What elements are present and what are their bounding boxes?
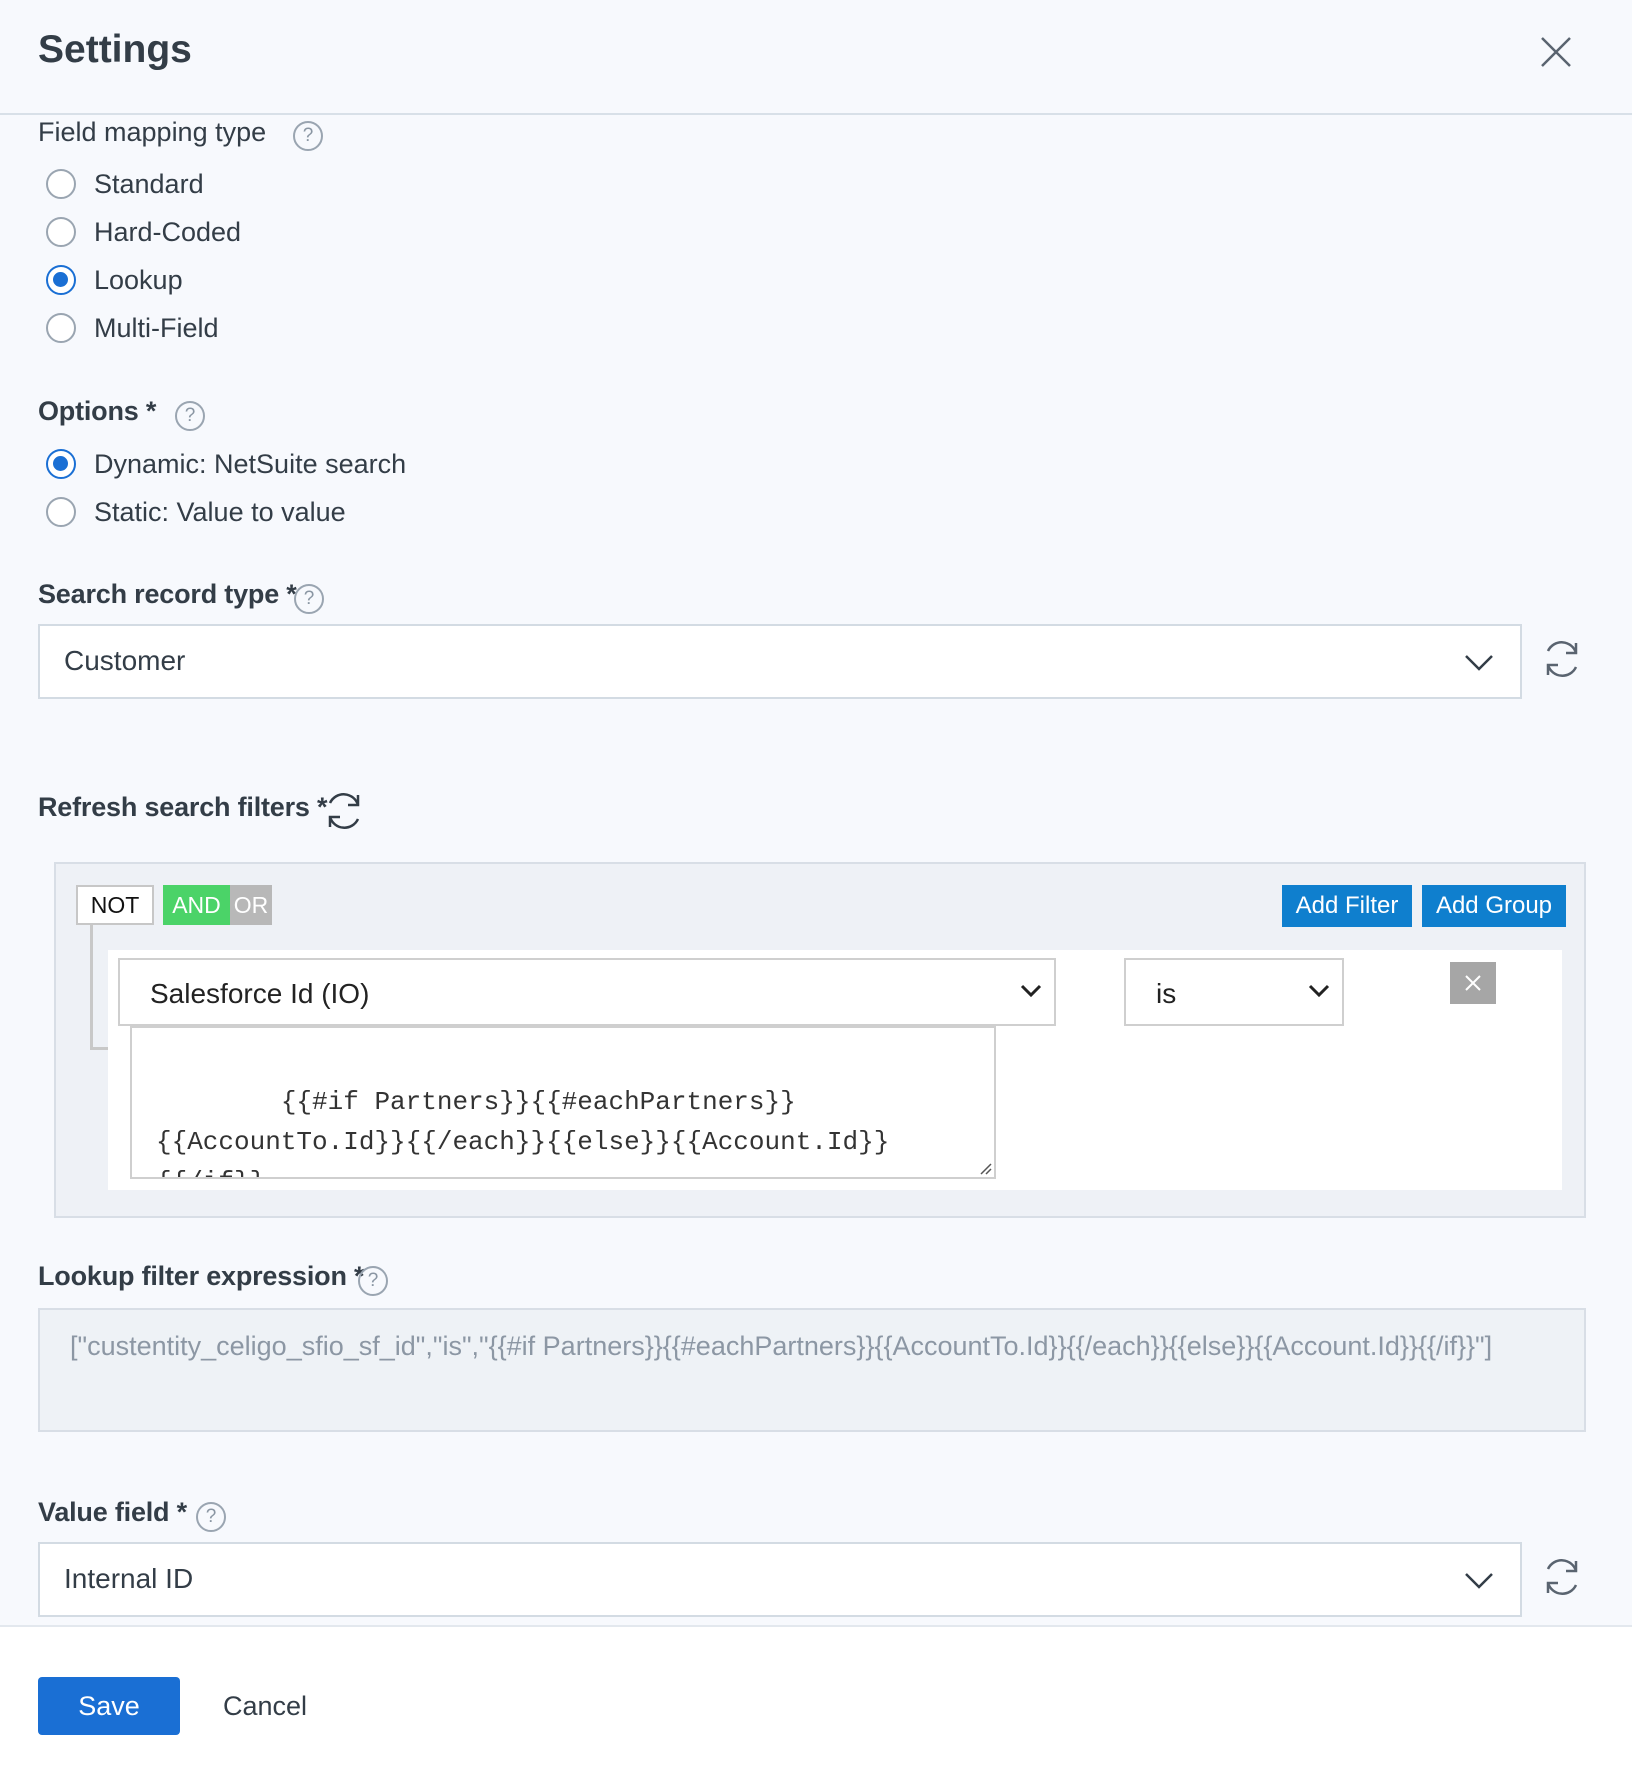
cancel-button[interactable]: Cancel: [200, 1677, 330, 1735]
and-toggle[interactable]: AND: [163, 885, 230, 925]
value-field-help-icon[interactable]: ?: [196, 1502, 226, 1532]
lookup-filter-expression-help-icon[interactable]: ?: [358, 1266, 388, 1296]
radio-dynamic-netsuite-search[interactable]: Dynamic: NetSuite search: [46, 446, 406, 482]
close-icon[interactable]: [1536, 32, 1576, 72]
refresh-value-field-icon[interactable]: [1540, 1555, 1584, 1599]
chevron-down-icon: [1020, 984, 1042, 998]
select-value: Internal ID: [64, 1563, 194, 1594]
select-value: Salesforce Id (IO): [150, 978, 370, 1009]
refresh-record-type-icon[interactable]: [1540, 637, 1584, 681]
tree-connector: [90, 925, 108, 1050]
dialog-title: Settings: [38, 28, 192, 71]
radio-multi-field[interactable]: Multi-Field: [46, 310, 219, 346]
filter-rule: Salesforce Id (IO) is {{#if Partners}}{{…: [108, 950, 1562, 1190]
refresh-search-filters-label: Refresh search filters *: [38, 792, 328, 822]
refresh-filters-icon[interactable]: [322, 789, 366, 833]
radio-circle[interactable]: [46, 497, 76, 527]
select-value: is: [1156, 978, 1177, 1009]
radio-circle[interactable]: [46, 313, 76, 343]
radio-static-value-to-value[interactable]: Static: Value to value: [46, 494, 346, 530]
dialog-header: Settings: [0, 0, 1632, 115]
filter-builder: NOT AND OR Add Filter Add Group Salesfor…: [54, 862, 1586, 1218]
rule-operator-select[interactable]: is: [1124, 958, 1344, 1026]
or-toggle[interactable]: OR: [230, 885, 272, 925]
field-mapping-type-label: Field mapping type: [38, 117, 267, 147]
dialog-footer: Save Cancel: [0, 1625, 1632, 1770]
dialog-body: Field mapping type ? Standard Hard-Coded…: [0, 117, 1632, 1625]
radio-label: Dynamic: NetSuite search: [94, 448, 407, 479]
radio-label: Multi-Field: [94, 312, 219, 343]
value-field-select[interactable]: Internal ID: [38, 1542, 1522, 1617]
chevron-down-icon: [1465, 655, 1493, 671]
radio-label: Static: Value to value: [94, 496, 346, 527]
search-record-type-select[interactable]: Customer: [38, 624, 1522, 699]
rule-field-select[interactable]: Salesforce Id (IO): [118, 958, 1056, 1026]
close-icon: [1465, 975, 1481, 991]
radio-label: Standard: [94, 168, 204, 199]
save-button[interactable]: Save: [38, 1677, 180, 1735]
radio-hard-coded[interactable]: Hard-Coded: [46, 214, 241, 250]
radio-circle-selected[interactable]: [46, 449, 76, 479]
value-field-label: Value field *: [38, 1497, 187, 1527]
resize-grip-icon[interactable]: [978, 1161, 992, 1175]
radio-circle[interactable]: [46, 169, 76, 199]
lookup-filter-expression-label: Lookup filter expression *: [38, 1261, 365, 1291]
rule-value-textarea[interactable]: {{#if Partners}}{{#eachPartners}} {{Acco…: [130, 1026, 996, 1179]
add-group-button[interactable]: Add Group: [1422, 885, 1566, 927]
remove-rule-button[interactable]: [1450, 962, 1496, 1004]
radio-label: Lookup: [94, 264, 183, 295]
radio-circle-selected[interactable]: [46, 265, 76, 295]
rule-value-text: {{#if Partners}}{{#eachPartners}} {{Acco…: [156, 1087, 890, 1177]
chevron-down-icon: [1308, 984, 1330, 998]
lookup-filter-expression-field: ["custentity_celigo_sfio_sf_id","is","{{…: [38, 1308, 1586, 1432]
radio-standard[interactable]: Standard: [46, 166, 204, 202]
chevron-down-icon: [1465, 1573, 1493, 1589]
options-label: Options *: [38, 396, 157, 426]
radio-label: Hard-Coded: [94, 216, 242, 247]
options-help-icon[interactable]: ?: [175, 401, 205, 431]
add-filter-button[interactable]: Add Filter: [1282, 885, 1412, 927]
search-record-type-help-icon[interactable]: ?: [294, 584, 324, 614]
radio-circle[interactable]: [46, 217, 76, 247]
select-value: Customer: [64, 645, 186, 676]
radio-lookup[interactable]: Lookup: [46, 262, 183, 298]
field-mapping-type-help-icon[interactable]: ?: [293, 121, 323, 151]
search-record-type-label: Search record type *: [38, 579, 297, 609]
not-toggle[interactable]: NOT: [76, 885, 154, 925]
